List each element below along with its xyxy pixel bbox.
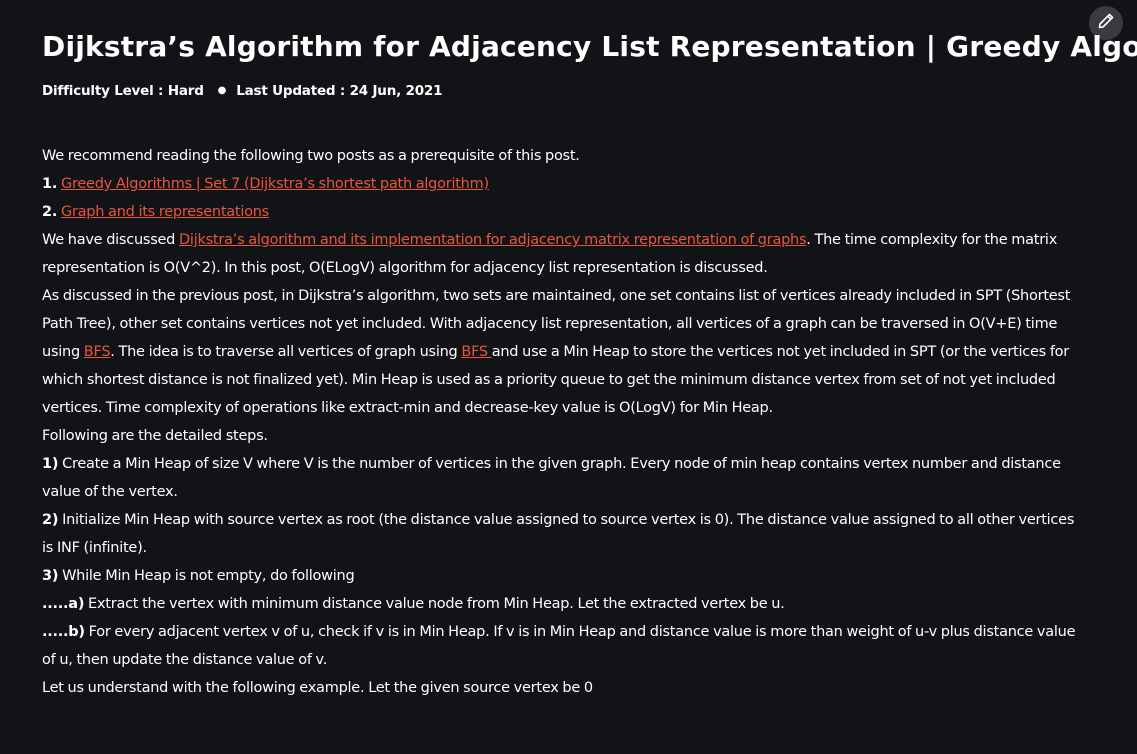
step-number: 1) [42,456,59,472]
article-meta: Difficulty Level : Hard ● Last Updated : 2… [42,81,443,101]
prereq-item-2: 2. Graph and its representations [42,198,1082,226]
list-number: 1. [42,176,58,192]
outro-text: Let us understand with the following exa… [42,680,593,696]
step-text: For every adjacent vertex v of u, check … [42,624,1076,668]
step-3a: .....a) Extract the vertex with minimum … [42,590,1082,618]
prereq-item-1: 1. Greedy Algorithms | Set 7 (Dijkstra’s… [42,170,1082,198]
last-updated: Last Updated : 24 Jun, 2021 [236,83,443,99]
step-number: .....b) [42,624,85,640]
step-number: 2) [42,512,59,528]
steps-intro: Following are the detailed steps. [42,428,268,444]
meta-separator: ● [217,85,227,96]
step-text: Create a Min Heap of size V where V is t… [42,456,1061,500]
intro-text: We recommend reading the following two p… [42,148,580,164]
page-title: Dijkstra’s Algorithm for Adjacency List … [42,30,1137,63]
article-content: We recommend reading the following two p… [42,142,1082,702]
paragraph-text: . The idea is to traverse all vertices o… [110,344,462,360]
step-3b: .....b) For every adjacent vertex v of u… [42,618,1082,674]
step-text: Initialize Min Heap with source vertex a… [42,512,1075,556]
paragraph-text: We have discussed [42,232,179,248]
list-number: 2. [42,204,58,220]
prereq-link-1[interactable]: Greedy Algorithms | Set 7 (Dijkstra’s sh… [61,176,489,192]
step-1: 1) Create a Min Heap of size V where V i… [42,450,1082,506]
dijkstra-matrix-link[interactable]: Dijkstra’s algorithm and its implementat… [179,232,807,248]
step-text: Extract the vertex with minimum distance… [84,596,785,612]
bfs-link-1[interactable]: BFS [84,344,111,360]
step-number: .....a) [42,596,85,612]
step-2: 2) Initialize Min Heap with source verte… [42,506,1082,562]
step-3: 3) While Min Heap is not empty, do follo… [42,562,1082,590]
difficulty-level: Difficulty Level : Hard [42,83,204,99]
step-text: While Min Heap is not empty, do followin… [58,568,355,584]
step-number: 3) [42,568,59,584]
paragraph-2: As discussed in the previous post, in Di… [42,282,1082,422]
prereq-link-2[interactable]: Graph and its representations [61,204,269,220]
bfs-link-2[interactable]: BFS [461,344,491,360]
paragraph-1: We have discussed Dijkstra’s algorithm a… [42,226,1082,282]
